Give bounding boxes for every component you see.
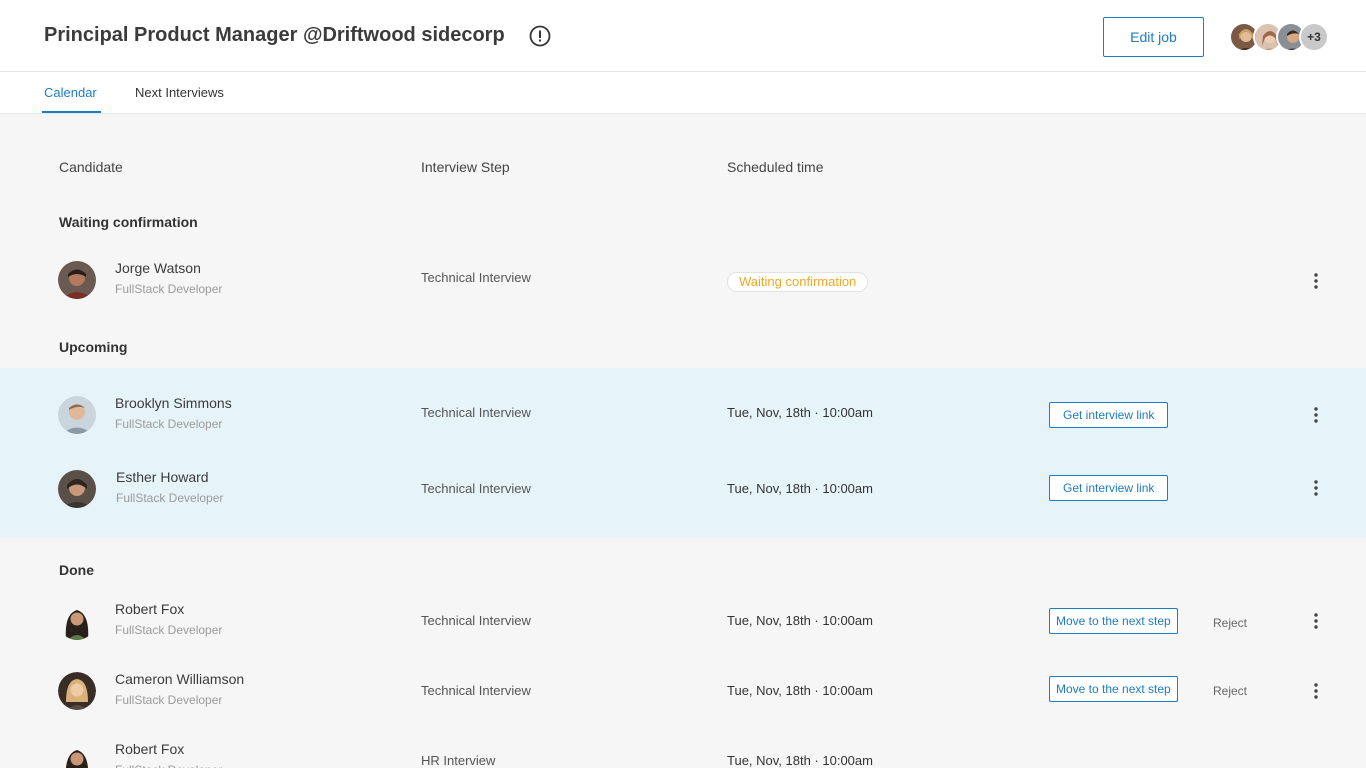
avatar [58, 261, 96, 299]
avatar [58, 742, 96, 768]
tab-next-interviews[interactable]: Next Interviews [135, 85, 224, 100]
interview-step: Technical Interview [421, 270, 531, 285]
column-header-time: Scheduled time [727, 159, 824, 175]
scheduled-time: Tue, Nov, 18th · 10:00am [727, 405, 873, 420]
candidate-name: Jorge Watson [115, 260, 201, 276]
candidate-name: Esther Howard [116, 469, 209, 485]
avatar [58, 396, 96, 434]
table-row: Jorge Watson FullStack Developer Technic… [0, 252, 1366, 308]
candidate-role: FullStack Developer [115, 623, 223, 637]
more-members-badge[interactable]: +3 [1299, 22, 1329, 52]
scheduled-time: Tue, Nov, 18th · 10:00am [727, 613, 873, 628]
more-options-icon[interactable] [1308, 272, 1324, 290]
avatar [58, 602, 96, 640]
interview-step: Technical Interview [421, 683, 531, 698]
avatar [58, 672, 96, 710]
interview-step: HR Interview [421, 753, 496, 768]
status-badge: Waiting confirmation [727, 272, 869, 292]
move-next-step-button[interactable]: Move to the next step [1049, 676, 1178, 702]
candidate-role: FullStack Developer [116, 491, 224, 505]
candidate-role: FullStack Developer [115, 282, 223, 296]
tab-calendar[interactable]: Calendar [44, 85, 97, 100]
candidate-name: Brooklyn Simmons [115, 395, 232, 411]
column-header-candidate: Candidate [59, 159, 123, 175]
get-interview-link-button[interactable]: Get interview link [1049, 475, 1169, 501]
avatar [58, 470, 96, 508]
table-row: Brooklyn Simmons FullStack Developer Tec… [0, 387, 1366, 443]
page-title: Principal Product Manager @Driftwood sid… [44, 24, 505, 46]
active-tab-indicator [42, 111, 101, 113]
more-options-icon[interactable] [1308, 682, 1324, 700]
table-row: Esther Howard FullStack Developer Techni… [0, 461, 1366, 517]
section-title-done: Done [59, 562, 94, 578]
interview-step: Technical Interview [421, 613, 531, 628]
tab-bar: Calendar Next Interviews [0, 72, 1366, 114]
reject-button[interactable]: Reject [1213, 616, 1247, 630]
candidate-name: Robert Fox [115, 601, 185, 617]
more-options-icon[interactable] [1308, 406, 1324, 424]
table-row: Cameron Williamson FullStack Developer T… [0, 663, 1366, 719]
table-row: Robert Fox FullStack Developer Technical… [0, 593, 1366, 649]
edit-job-button[interactable]: Edit job [1103, 17, 1204, 57]
scheduled-time: Tue, Nov, 18th · 10:00am [727, 753, 873, 768]
info-icon[interactable] [529, 25, 551, 47]
scheduled-time: Tue, Nov, 18th · 10:00am [727, 481, 873, 496]
column-header-step: Interview Step [421, 159, 510, 175]
more-options-icon[interactable] [1308, 479, 1324, 497]
candidate-role: FullStack Developer [115, 417, 223, 431]
section-title-upcoming: Upcoming [59, 339, 128, 355]
page-header: Principal Product Manager @Driftwood sid… [0, 0, 1366, 72]
candidate-role: FullStack Developer [115, 763, 222, 768]
candidate-name: Cameron Williamson [115, 671, 245, 687]
team-avatars[interactable]: +3 [1229, 22, 1329, 52]
reject-button[interactable]: Reject [1213, 684, 1247, 698]
more-options-icon[interactable] [1308, 612, 1324, 630]
get-interview-link-button[interactable]: Get interview link [1049, 402, 1169, 428]
section-title-waiting: Waiting confirmation [59, 214, 198, 230]
candidate-role: FullStack Developer [115, 693, 223, 707]
interview-step: Technical Interview [421, 481, 531, 496]
move-next-step-button[interactable]: Move to the next step [1049, 608, 1178, 634]
scheduled-time: Tue, Nov, 18th · 10:00am [727, 683, 873, 698]
candidate-name: Robert Fox [115, 741, 185, 757]
table-row: Robert Fox FullStack Developer HR Interv… [0, 733, 1366, 768]
interview-step: Technical Interview [421, 405, 531, 420]
